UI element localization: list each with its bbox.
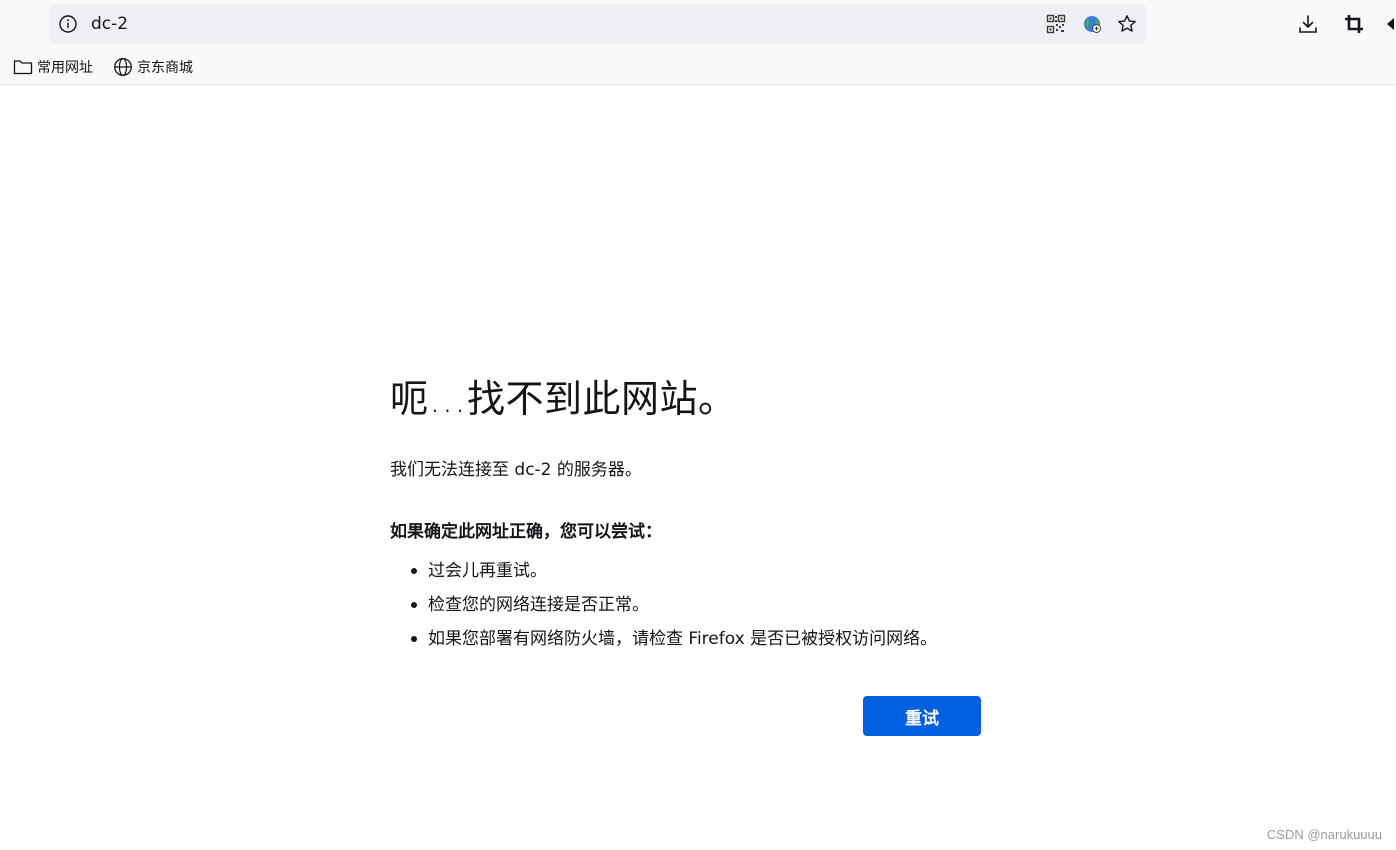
list-item: 检查您的网络连接是否正常。 (410, 590, 937, 624)
list-item: 过会儿再重试。 (410, 556, 937, 590)
translate-globe-icon[interactable] (1082, 14, 1102, 34)
browser-toolbar: dc-2 (0, 0, 1396, 50)
site-info-icon[interactable] (58, 14, 78, 34)
bookmark-star-icon[interactable] (1117, 14, 1137, 34)
url-text[interactable]: dc-2 (91, 4, 128, 44)
bookmark-folder-common[interactable]: 常用网址 (13, 55, 93, 79)
crop-screenshot-icon[interactable] (1343, 13, 1365, 35)
bookmark-jd-mall[interactable]: 京东商城 (113, 55, 193, 79)
retry-button[interactable]: 重试 (863, 696, 981, 736)
download-icon[interactable] (1297, 13, 1319, 35)
error-description: 我们无法连接至 dc-2 的服务器。 (390, 460, 642, 480)
qr-code-icon[interactable] (1046, 14, 1066, 34)
url-bar[interactable]: dc-2 (49, 4, 1147, 44)
overflow-arrow-icon[interactable] (1384, 13, 1396, 35)
page-title: 呃…找不到此网站。 (390, 377, 737, 421)
folder-icon (13, 60, 33, 75)
bookmark-label: 京东商城 (137, 60, 193, 76)
list-item: 如果您部署有网络防火墙，请检查 Firefox 是否已被授权访问网络。 (410, 624, 937, 658)
globe-icon (114, 58, 132, 76)
bookmark-label: 常用网址 (37, 60, 93, 76)
bookmarks-toolbar: 常用网址 京东商城 (0, 50, 1396, 85)
suggestions-heading: 如果确定此网址正确，您可以尝试： (390, 522, 662, 542)
watermark: CSDN @narukuuuu (1266, 827, 1382, 842)
suggestion-list: 过会儿再重试。 检查您的网络连接是否正常。 如果您部署有网络防火墙，请检查 Fi… (390, 556, 937, 658)
